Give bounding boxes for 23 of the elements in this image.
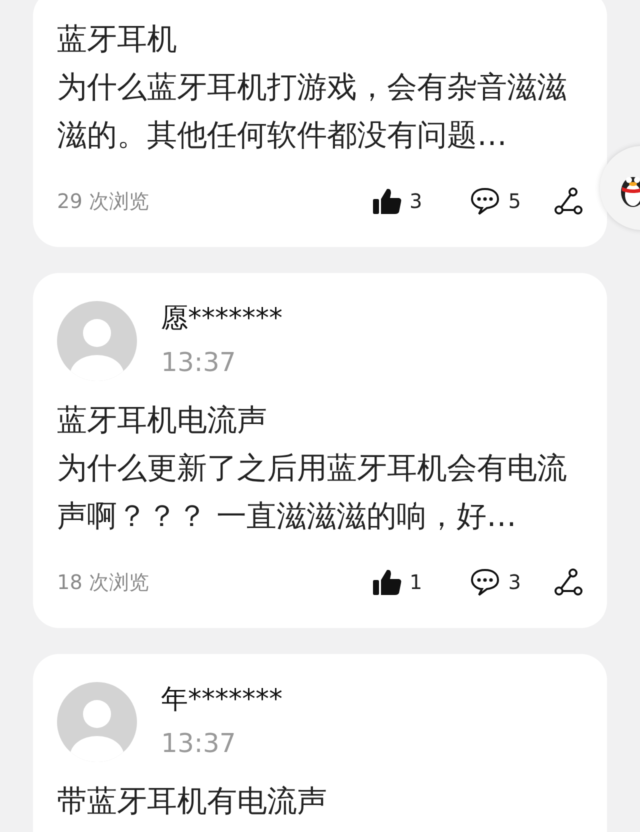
- comment-count: 5: [508, 188, 521, 215]
- post-title: 蓝牙耳机: [57, 21, 178, 59]
- post-title: 带蓝牙耳机有电流声: [57, 783, 328, 821]
- post-time: 13:37: [161, 347, 237, 380]
- share-icon[interactable]: [553, 187, 583, 215]
- username: 年*******: [161, 683, 282, 717]
- avatar-icon: [57, 682, 137, 762]
- comment-icon[interactable]: [470, 568, 500, 596]
- view-count: 29 次浏览: [57, 188, 149, 215]
- post-excerpt: 为什么更新了之后用蓝牙耳机会有电流声啊？？？ 一直滋滋滋的响，好…: [57, 450, 568, 536]
- thumbs-up-icon[interactable]: [372, 568, 402, 596]
- avatar-icon: [57, 301, 137, 381]
- comment-count: 3: [508, 569, 521, 596]
- username: 愿*******: [161, 302, 282, 336]
- view-count: 18 次浏览: [57, 569, 149, 596]
- share-icon[interactable]: [553, 568, 583, 596]
- post-excerpt: 为什么蓝牙耳机打游戏，会有杂音滋滋滋的。其他任何软件都没有问题…: [57, 69, 568, 155]
- thumbs-up-icon[interactable]: [372, 187, 402, 215]
- like-count: 3: [410, 188, 422, 215]
- comment-icon[interactable]: [470, 187, 500, 215]
- post-time: 13:37: [161, 728, 237, 761]
- like-count: 1: [410, 569, 422, 596]
- post-title: 蓝牙耳机电流声: [57, 402, 268, 440]
